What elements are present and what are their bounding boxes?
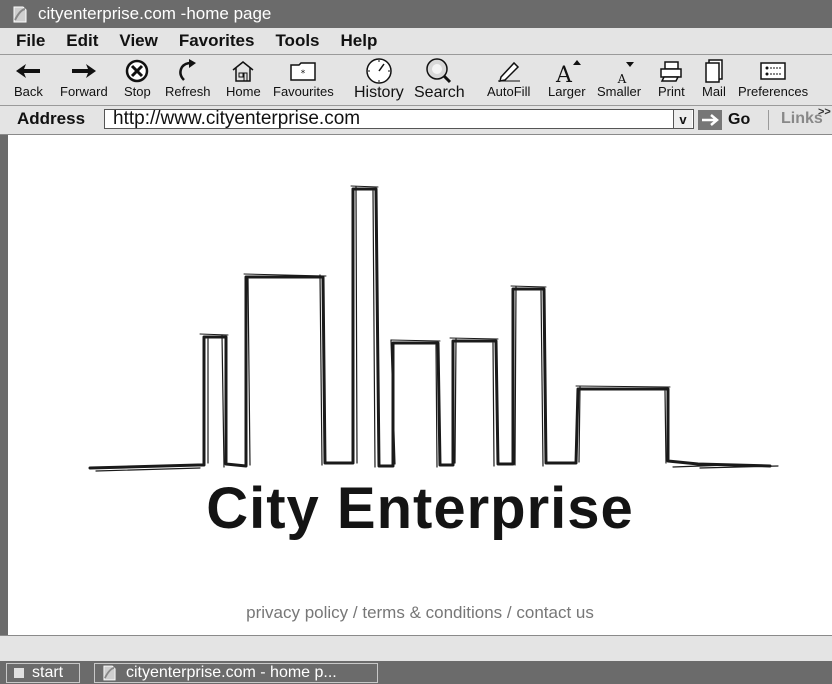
go-arrow-icon	[698, 110, 722, 130]
clock-icon	[365, 57, 393, 85]
print-label: Print	[658, 84, 685, 99]
menu-view[interactable]: View	[119, 31, 157, 51]
preferences-button[interactable]: Preferences	[738, 57, 808, 103]
text-larger-icon: A	[552, 57, 582, 85]
back-label: Back	[14, 84, 43, 99]
chevron-down-icon: v	[679, 111, 687, 127]
links-divider	[768, 110, 769, 130]
taskbar: start cityenterprise.com - home p...	[0, 661, 832, 684]
history-label: History	[354, 84, 404, 101]
refresh-label: Refresh	[165, 84, 211, 99]
toolbar: Back Forward Stop Refresh Home * Favouri…	[0, 55, 832, 106]
svg-text:A: A	[555, 63, 573, 84]
autofill-label: AutoFill	[487, 84, 531, 99]
magnifier-icon	[425, 57, 453, 85]
stop-button[interactable]: Stop	[124, 57, 151, 103]
larger-button[interactable]: A Larger	[548, 57, 586, 103]
go-label: Go	[728, 111, 751, 128]
svg-text:A: A	[617, 72, 627, 84]
history-button[interactable]: History	[354, 57, 404, 103]
home-label: Home	[226, 84, 261, 99]
page-viewport: City Enterprise privacy policy / terms &…	[8, 135, 832, 635]
mail-button[interactable]: Mail	[702, 57, 726, 103]
larger-label: Larger	[548, 84, 586, 99]
menu-help[interactable]: Help	[341, 31, 378, 51]
address-dropdown-button[interactable]: v	[673, 110, 692, 128]
menu-edit[interactable]: Edit	[66, 31, 98, 51]
address-label: Address	[17, 109, 86, 128]
privacy-policy-link[interactable]: privacy policy	[246, 603, 348, 622]
window-frame-left	[0, 135, 8, 635]
document-icon	[12, 5, 28, 23]
menu-favorites[interactable]: Favorites	[179, 31, 255, 51]
taskbar-window-label: cityenterprise.com - home p...	[126, 664, 337, 681]
terms-conditions-link[interactable]: terms & conditions	[362, 603, 502, 622]
start-label: start	[32, 664, 64, 681]
go-button[interactable]: Go	[698, 109, 750, 131]
pencil-icon	[496, 57, 522, 85]
mail-icon	[703, 57, 725, 85]
title-bar: cityenterprise.com -home page	[0, 0, 832, 28]
printer-icon	[658, 57, 684, 85]
favourites-folder-icon: *	[289, 57, 317, 85]
search-label: Search	[414, 84, 465, 101]
refresh-button[interactable]: Refresh	[165, 57, 211, 103]
favourites-button[interactable]: * Favourites	[273, 57, 334, 103]
forward-button[interactable]: Forward	[60, 57, 108, 103]
search-button[interactable]: Search	[414, 57, 465, 103]
home-button[interactable]: Home	[226, 57, 261, 103]
menu-tools[interactable]: Tools	[275, 31, 319, 51]
forward-label: Forward	[60, 84, 108, 99]
footer-separator: /	[502, 603, 517, 622]
links-button[interactable]: Links	[781, 110, 823, 128]
smaller-label: Smaller	[597, 84, 642, 99]
right-arrow-icon	[71, 57, 97, 85]
preferences-label: Preferences	[738, 84, 809, 99]
refresh-icon	[176, 57, 200, 85]
address-bar: Address http://www.cityenterprise.com v …	[0, 106, 832, 135]
menu-bar: File Edit View Favorites Tools Help	[0, 28, 832, 55]
svg-text:*: *	[301, 69, 306, 79]
contact-us-link[interactable]: contact us	[516, 603, 594, 622]
window-title: cityenterprise.com -home page	[38, 4, 272, 23]
mail-label: Mail	[702, 84, 726, 99]
autofill-button[interactable]: AutoFill	[487, 57, 530, 103]
print-button[interactable]: Print	[658, 57, 685, 103]
start-icon	[14, 668, 24, 678]
favourites-label: Favourites	[273, 84, 334, 99]
left-arrow-icon	[15, 57, 41, 85]
footer-separator: /	[348, 603, 363, 622]
back-button[interactable]: Back	[14, 57, 43, 103]
links-more-icon[interactable]: >>	[818, 106, 831, 118]
text-smaller-icon: A	[604, 57, 635, 85]
stop-label: Stop	[124, 84, 151, 99]
taskbar-window-item[interactable]: cityenterprise.com - home p...	[94, 663, 378, 683]
start-button[interactable]: start	[6, 663, 80, 683]
menu-file[interactable]: File	[16, 31, 45, 51]
footer-links: privacy policy / terms & conditions / co…	[8, 603, 832, 623]
stop-icon	[125, 57, 149, 85]
document-icon	[103, 665, 116, 681]
address-input[interactable]: http://www.cityenterprise.com	[104, 109, 694, 129]
city-skyline-logo	[88, 185, 779, 472]
brand-title: City Enterprise	[206, 476, 634, 541]
status-bar	[0, 635, 832, 662]
home-icon	[230, 57, 256, 85]
preferences-icon	[759, 57, 787, 85]
smaller-button[interactable]: A Smaller	[597, 57, 641, 103]
